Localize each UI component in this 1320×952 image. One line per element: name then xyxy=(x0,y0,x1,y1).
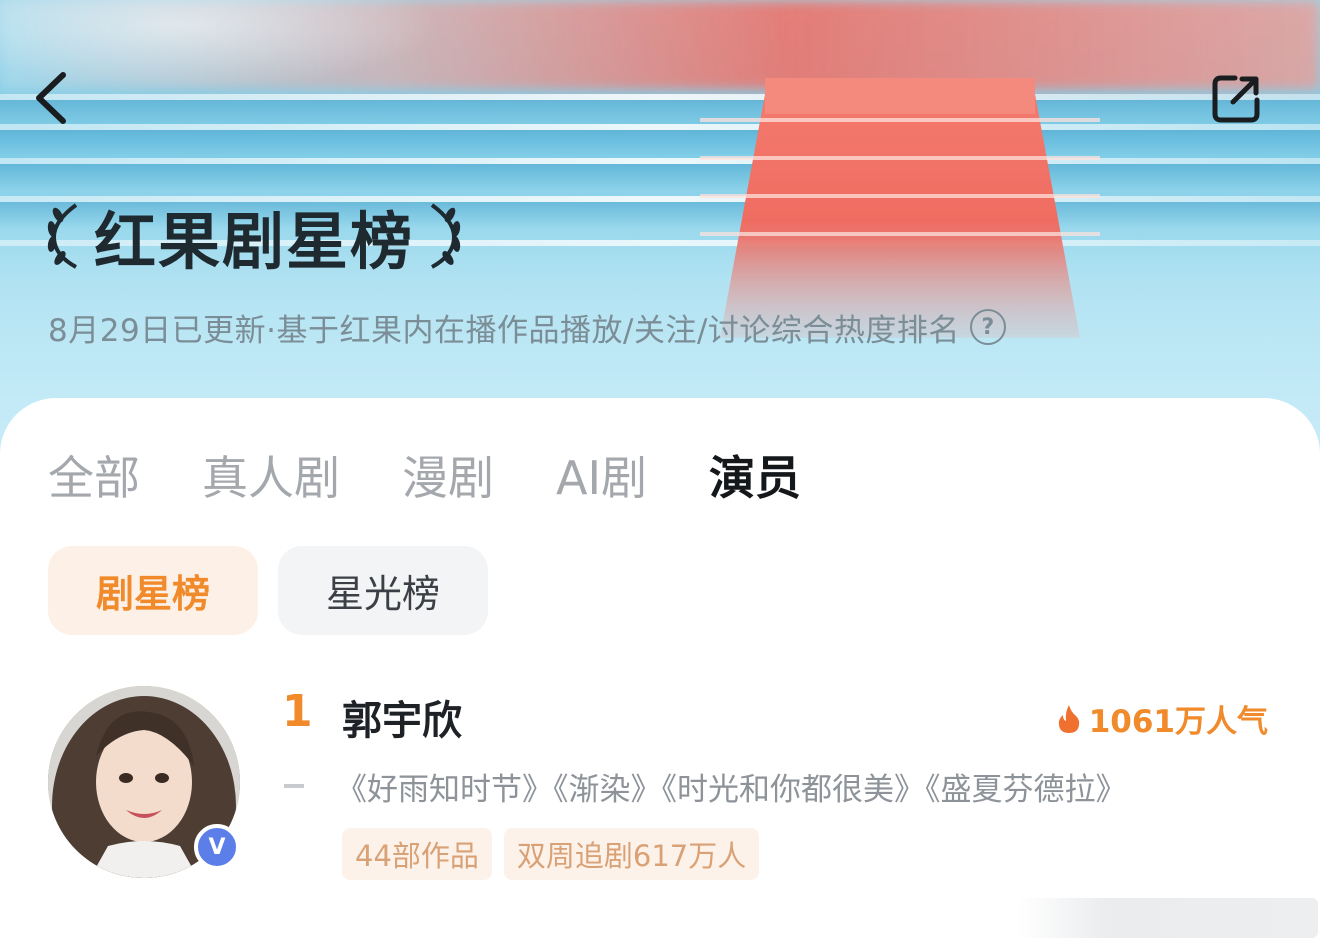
subtab-starlight[interactable]: 星光榜 xyxy=(278,546,488,635)
list-type-switch: 剧星榜 星光榜 xyxy=(48,546,488,635)
followers-tag: 双周追剧617万人 xyxy=(503,828,760,880)
category-tabs: 全部 真人剧 漫剧 AI剧 演员 xyxy=(48,438,863,512)
ranking-sheet: 全部 真人剧 漫剧 AI剧 演员 剧星榜 星光榜 V 1 郭宇欣 1061万人气… xyxy=(0,398,1320,952)
tab-actors[interactable]: 演员 xyxy=(709,442,801,508)
page-title: 红果剧星榜 xyxy=(94,205,415,278)
back-button[interactable] xyxy=(26,70,76,126)
share-icon xyxy=(1212,75,1260,123)
stair-shadow xyxy=(0,130,1320,156)
stair-shadow xyxy=(0,164,1320,190)
carpet-step-line xyxy=(700,194,1100,198)
tab-ai[interactable]: AI剧 xyxy=(556,442,647,508)
actor-tags: 44部作品 双周追剧617万人 xyxy=(342,828,760,880)
stair-shadow xyxy=(0,100,1320,126)
rank-change-indicator xyxy=(284,784,304,788)
laurel-left-icon xyxy=(47,203,78,269)
laurel-right-icon xyxy=(430,203,461,269)
page-title-row: 红果剧星榜 xyxy=(44,196,464,278)
list-item[interactable]: V 1 郭宇欣 1061万人气 《好雨知时节》《渐染》《时光和你都很美》《盛夏芬… xyxy=(0,684,1320,884)
red-carpet-top xyxy=(765,78,1035,114)
update-info: 8月29日已更新·基于红果内在播作品播放/关注/讨论综合热度排名 ? xyxy=(48,304,1006,350)
carpet-step-line xyxy=(700,156,1100,160)
watermark xyxy=(1018,898,1318,938)
verified-badge-icon: V xyxy=(194,824,240,870)
works-list: 《好雨知时节》《渐染》《时光和你都很美》《盛夏芬德拉》 xyxy=(336,772,1127,808)
rank-number: 1 xyxy=(282,686,313,737)
tab-all[interactable]: 全部 xyxy=(48,442,140,508)
tab-comic[interactable]: 漫剧 xyxy=(402,442,494,508)
question-circle-icon[interactable]: ? xyxy=(969,309,1006,345)
popularity-text: 1061万人气 xyxy=(1088,704,1268,740)
carpet-step-line xyxy=(700,118,1100,122)
subtab-drama-star[interactable]: 剧星榜 xyxy=(48,546,258,635)
actor-name[interactable]: 郭宇欣 xyxy=(342,688,462,746)
chevron-left-icon xyxy=(36,72,66,124)
fire-icon xyxy=(1058,704,1079,733)
tab-live-action[interactable]: 真人剧 xyxy=(202,442,340,508)
popularity-score: 1061万人气 xyxy=(1057,696,1268,741)
share-button[interactable] xyxy=(1206,70,1266,128)
update-description: 8月29日已更新·基于红果内在播作品播放/关注/讨论综合热度排名 xyxy=(48,312,960,349)
works-count-tag: 44部作品 xyxy=(342,828,492,880)
